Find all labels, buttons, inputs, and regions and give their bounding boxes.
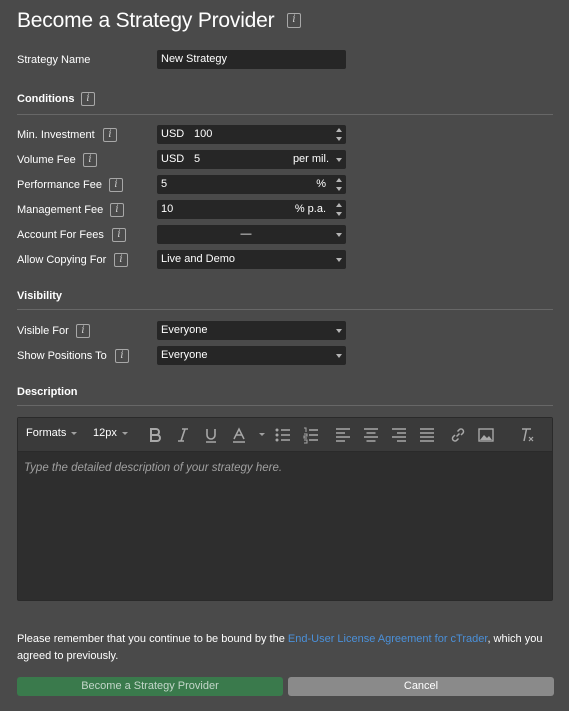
font-size-dropdown[interactable]: 12px xyxy=(93,427,128,439)
volume-fee-value: 5 xyxy=(194,153,201,165)
strategy-name-input[interactable]: New Strategy xyxy=(157,50,346,69)
account-for-fees-value: — xyxy=(240,228,252,240)
bold-icon[interactable] xyxy=(146,426,164,444)
info-icon[interactable]: i xyxy=(114,253,128,267)
show-positions-select[interactable]: Everyone xyxy=(157,346,346,365)
divider xyxy=(17,309,553,310)
divider xyxy=(17,405,553,406)
align-left-icon[interactable] xyxy=(334,426,352,444)
strategy-name-label: Strategy Name xyxy=(17,54,91,66)
info-icon[interactable]: i xyxy=(112,228,126,242)
formats-label: Formats xyxy=(26,427,67,439)
strategy-name-value: New Strategy xyxy=(161,53,228,65)
notice-text-before: Please remember that you continue to be … xyxy=(17,633,288,645)
align-center-icon[interactable] xyxy=(362,426,380,444)
performance-fee-unit: % xyxy=(316,178,326,190)
account-for-fees-label: Account For Fees xyxy=(17,229,104,241)
management-fee-value: 10 xyxy=(161,203,174,215)
italic-icon[interactable] xyxy=(174,426,192,444)
clear-formatting-icon[interactable] xyxy=(518,426,536,444)
info-icon[interactable]: i xyxy=(81,92,95,106)
stepper-arrows-icon[interactable] xyxy=(336,178,343,191)
eula-link[interactable]: End-User License Agreement for cTrader xyxy=(288,633,488,645)
chevron-down-icon[interactable] xyxy=(336,233,342,237)
show-positions-value: Everyone xyxy=(161,349,208,361)
formats-dropdown[interactable]: Formats xyxy=(26,427,78,439)
editor-toolbar: Formats 12px xyxy=(18,418,552,452)
info-icon[interactable]: i xyxy=(76,324,90,338)
min-investment-value: 100 xyxy=(194,128,213,140)
conditions-heading: Conditions xyxy=(17,93,75,105)
license-notice: Please remember that you continue to be … xyxy=(17,631,553,665)
volume-fee-label: Volume Fee xyxy=(17,154,76,166)
visibility-heading: Visibility xyxy=(17,290,63,302)
visible-for-value: Everyone xyxy=(161,324,208,336)
volume-fee-unit: per mil. xyxy=(292,153,329,165)
info-icon[interactable]: i xyxy=(110,203,124,217)
chevron-down-icon[interactable] xyxy=(259,433,265,436)
become-provider-button[interactable]: Become a Strategy Provider xyxy=(17,677,283,696)
chevron-down-icon[interactable] xyxy=(336,354,342,358)
link-icon[interactable] xyxy=(449,426,467,444)
underline-icon[interactable] xyxy=(202,426,220,444)
allow-copying-value: Live and Demo xyxy=(161,253,235,265)
cancel-button[interactable]: Cancel xyxy=(288,677,554,696)
divider xyxy=(17,114,553,115)
info-icon[interactable]: i xyxy=(109,178,123,192)
management-fee-unit: % p.a. xyxy=(294,203,326,215)
currency-label: USD xyxy=(161,153,185,165)
show-positions-label: Show Positions To xyxy=(17,350,107,362)
stepper-arrows-icon[interactable] xyxy=(336,203,343,216)
chevron-down-icon[interactable] xyxy=(336,258,342,262)
align-right-icon[interactable] xyxy=(390,426,408,444)
text-color-icon[interactable] xyxy=(230,426,248,444)
description-placeholder: Type the detailed description of your st… xyxy=(24,462,283,474)
management-fee-stepper[interactable]: 10 % p.a. xyxy=(157,200,346,219)
description-heading: Description xyxy=(17,386,78,398)
allow-copying-label: Allow Copying For xyxy=(17,254,107,266)
font-size-label: 12px xyxy=(93,427,117,439)
chevron-down-icon xyxy=(121,431,128,435)
info-icon[interactable]: i xyxy=(103,128,117,142)
currency-label: USD xyxy=(161,128,185,140)
dialog-title: Become a Strategy Provider xyxy=(17,9,275,32)
allow-copying-select[interactable]: Live and Demo xyxy=(157,250,346,269)
stepper-arrows-icon[interactable] xyxy=(336,128,343,141)
chevron-down-icon xyxy=(71,431,78,435)
visible-for-label: Visible For xyxy=(17,325,69,337)
volume-fee-select[interactable]: USD 5 per mil. xyxy=(157,150,346,169)
info-icon[interactable]: i xyxy=(115,349,129,363)
bullet-list-icon[interactable] xyxy=(274,426,292,444)
numbered-list-icon[interactable] xyxy=(302,426,320,444)
account-for-fees-select[interactable]: — xyxy=(157,225,346,244)
align-justify-icon[interactable] xyxy=(418,426,436,444)
chevron-down-icon[interactable] xyxy=(336,329,342,333)
chevron-down-icon[interactable] xyxy=(336,158,342,162)
performance-fee-value: 5 xyxy=(161,178,168,190)
min-investment-stepper[interactable]: USD 100 xyxy=(157,125,346,144)
info-icon[interactable]: i xyxy=(287,13,301,28)
performance-fee-label: Performance Fee xyxy=(17,179,102,191)
management-fee-label: Management Fee xyxy=(17,204,104,216)
image-icon[interactable] xyxy=(477,426,495,444)
visible-for-select[interactable]: Everyone xyxy=(157,321,346,340)
description-editor[interactable]: Formats 12px Type the detailed descripti… xyxy=(17,417,553,601)
info-icon[interactable]: i xyxy=(83,153,97,167)
min-investment-label: Min. Investment xyxy=(17,129,95,141)
performance-fee-stepper[interactable]: 5 % xyxy=(157,175,346,194)
